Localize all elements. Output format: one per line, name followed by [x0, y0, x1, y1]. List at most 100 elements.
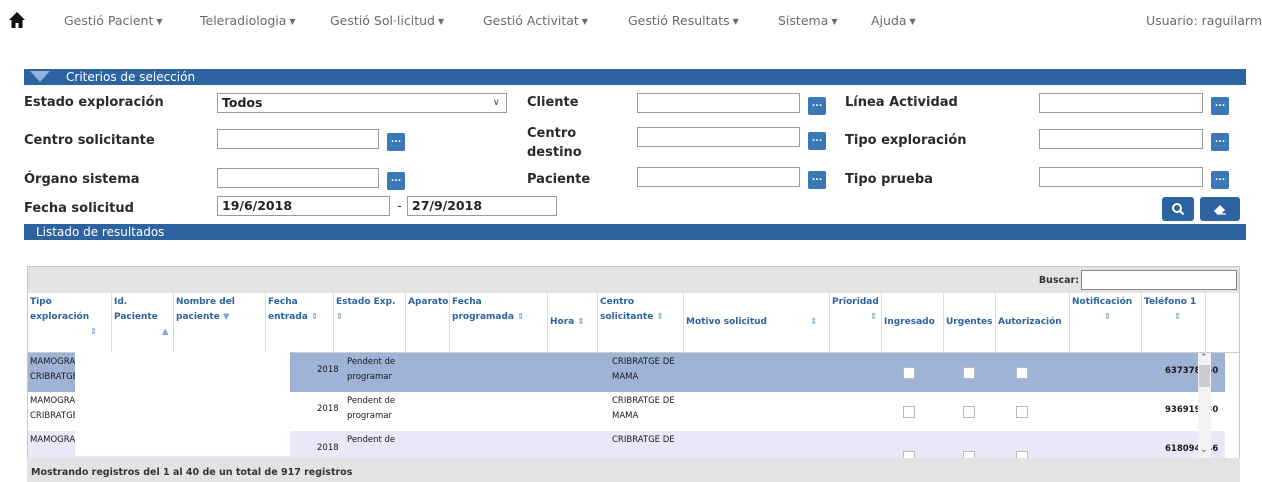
col-ingresado[interactable]: Ingresado — [882, 293, 944, 353]
caret-down-icon: ▼ — [831, 17, 838, 26]
col-autorizacion[interactable]: Autorización — [996, 293, 1070, 353]
col-notificacion[interactable]: Notificación ⇕ — [1070, 293, 1142, 353]
autorizacion-checkbox[interactable] — [1016, 451, 1028, 458]
col-telefono[interactable]: Teléfono 1 ⇕ — [1142, 293, 1206, 353]
eraser-icon — [1214, 205, 1226, 215]
centro-solicitante-lookup-button[interactable]: ... — [387, 133, 405, 151]
caret-down-icon: ▼ — [732, 17, 739, 26]
ingresado-checkbox[interactable] — [903, 367, 915, 379]
sort-icon: ⇕ — [310, 312, 319, 322]
ingresado-checkbox[interactable] — [903, 451, 915, 458]
col-motivo-solicitud[interactable]: Motivo solicitud ⇕ — [684, 293, 830, 353]
col-aparato[interactable]: Aparato — [406, 293, 450, 353]
col-label: Fecha programada — [452, 297, 514, 322]
tipo-exploracion-lookup-button[interactable]: ... — [1211, 133, 1229, 151]
tipo-prueba-label: Tipo prueba — [845, 172, 933, 187]
linea-actividad-lookup-button[interactable]: ... — [1211, 97, 1229, 115]
linea-actividad-label: Línea Actividad — [845, 95, 958, 110]
home-icon[interactable] — [8, 11, 26, 29]
caret-down-icon: ▼ — [581, 17, 588, 26]
sort-icon: ⇕ — [1104, 312, 1112, 322]
fecha-desde-input[interactable]: 19/6/2018 — [217, 196, 390, 216]
table-toolbar: Buscar: — [28, 267, 1239, 293]
col-label: Tipo exploración — [30, 297, 90, 322]
col-urgentes[interactable]: Urgentes — [944, 293, 996, 353]
urgentes-checkbox[interactable] — [963, 367, 975, 379]
organo-input[interactable] — [217, 168, 379, 188]
sort-icon: ⇕ — [656, 312, 664, 322]
centro-destino-lookup-button[interactable]: ... — [808, 132, 826, 150]
scroll-thumb[interactable] — [1199, 365, 1210, 387]
clear-button[interactable] — [1200, 197, 1240, 221]
sort-icon: ⇕ — [810, 317, 818, 327]
cell-estado: Pendent de programar — [347, 396, 396, 421]
sort-icon: ⇕ — [1174, 312, 1182, 322]
nav-gestio-sollicitud[interactable]: Gestió Sol·licitud ▼ — [330, 13, 444, 28]
sort-icon: ⇕ — [870, 312, 878, 322]
col-tipo-exploracion[interactable]: Tipo exploración ⇕ — [28, 293, 112, 353]
nav-label: Gestió Sol·licitud — [330, 13, 435, 28]
cell-estado: Pendent de — [347, 435, 396, 445]
caret-down-icon: ▼ — [156, 17, 163, 26]
col-label: Estado Exp. — [336, 297, 396, 307]
paciente-input[interactable] — [637, 167, 800, 187]
ingresado-checkbox[interactable] — [903, 406, 915, 418]
nav-gestio-resultats[interactable]: Gestió Resultats ▼ — [628, 13, 739, 28]
col-id-paciente[interactable]: Id. Paciente ▲ — [112, 293, 174, 353]
linea-actividad-input[interactable] — [1039, 93, 1203, 113]
autorizacion-checkbox[interactable] — [1016, 406, 1028, 418]
tipo-exploracion-input[interactable] — [1039, 129, 1203, 149]
scroll-up-icon[interactable]: ⌃ — [1200, 353, 1208, 363]
fecha-label: Fecha solicitud — [24, 201, 134, 216]
col-hora[interactable]: Hora ⇕ — [548, 293, 598, 353]
urgentes-checkbox[interactable] — [963, 451, 975, 458]
redacted-area — [75, 352, 290, 456]
col-centro-solicitante[interactable]: Centro solicitante ⇕ — [598, 293, 684, 353]
col-label: Prioridad — [832, 297, 879, 307]
col-prioridad[interactable]: Prioridad ⇕ — [830, 293, 882, 353]
organo-lookup-button[interactable]: ... — [387, 172, 405, 190]
cell-centro: CRIBRATGE DE MAMA — [612, 357, 675, 382]
col-label: Hora — [550, 317, 575, 327]
col-label: Urgentes — [946, 317, 993, 327]
cliente-lookup-button[interactable]: ... — [808, 97, 826, 115]
nav-label: Gestió Pacient — [64, 13, 154, 28]
autorizacion-checkbox[interactable] — [1016, 367, 1028, 379]
sort-icon: ⇕ — [90, 327, 98, 337]
centro-destino-input[interactable] — [637, 127, 800, 147]
buscar-input[interactable] — [1081, 270, 1237, 290]
table-scrollbar[interactable]: ⌃ ⌄ — [1198, 353, 1211, 458]
tipo-prueba-lookup-button[interactable]: ... — [1211, 171, 1229, 189]
urgentes-checkbox[interactable] — [963, 406, 975, 418]
nav-gestio-pacient[interactable]: Gestió Pacient ▼ — [64, 13, 163, 28]
caret-down-icon: ▼ — [909, 17, 916, 26]
nav-label: Gestió Activitat — [483, 13, 579, 28]
search-button[interactable] — [1162, 197, 1194, 221]
estado-select[interactable]: Todos ∨ — [217, 93, 507, 113]
criteria-header[interactable]: Criterios de selección — [24, 69, 1246, 85]
sort-icon: ⇕ — [517, 312, 525, 322]
nav-ajuda[interactable]: Ajuda ▼ — [871, 13, 916, 28]
fecha-hasta-input[interactable]: 27/9/2018 — [407, 196, 557, 216]
nav-gestio-activitat[interactable]: Gestió Activitat ▼ — [483, 13, 588, 28]
results-header: Listado de resultados — [24, 224, 1246, 240]
col-label: Fecha entrada — [268, 297, 308, 322]
nav-sistema[interactable]: Sistema ▼ — [778, 13, 838, 28]
scroll-down-icon[interactable]: ⌄ — [1200, 445, 1208, 455]
col-nombre-paciente[interactable]: Nombre del paciente ▼ — [174, 293, 266, 353]
estado-label: Estado exploración — [24, 95, 164, 110]
sort-icon: ⇕ — [577, 317, 585, 327]
col-fecha-programada[interactable]: Fecha programada ⇕ — [450, 293, 548, 353]
collapse-triangle-icon[interactable] — [30, 71, 50, 82]
tipo-prueba-input[interactable] — [1039, 167, 1203, 187]
paciente-lookup-button[interactable]: ... — [808, 171, 826, 189]
buscar-label: Buscar: — [1038, 275, 1079, 286]
nav-teleradiologia[interactable]: Teleradiologia ▼ — [200, 13, 296, 28]
col-estado-exp[interactable]: Estado Exp. ⇕ — [334, 293, 406, 353]
col-fecha-entrada[interactable]: Fecha entrada ⇕ — [266, 293, 334, 353]
organo-label: Órgano sistema — [24, 172, 140, 187]
table-header: Tipo exploración ⇕ Id. Paciente ▲ Nombre d… — [28, 293, 1239, 353]
cliente-input[interactable] — [637, 93, 800, 113]
centro-solicitante-input[interactable] — [217, 129, 379, 149]
date-separator: - — [397, 199, 402, 214]
